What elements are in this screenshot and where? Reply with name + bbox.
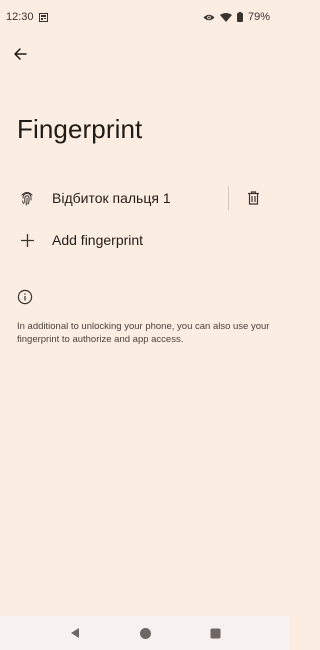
delete-fingerprint-button[interactable] — [241, 186, 265, 210]
add-fingerprint-item[interactable]: Add fingerprint — [0, 219, 290, 261]
trash-icon — [247, 191, 260, 205]
status-right: 79% — [203, 11, 270, 23]
arrow-back-icon — [13, 47, 27, 61]
fingerprint-item-label: Відбиток пальця 1 — [52, 190, 171, 206]
nav-back-button[interactable] — [69, 627, 81, 639]
plus-icon — [20, 233, 34, 247]
info-description: In additional to unlocking your phone, y… — [17, 321, 270, 345]
page-title: Fingerprint — [17, 114, 143, 144]
eye-icon — [203, 13, 215, 22]
notification-news-icon — [38, 12, 48, 22]
status-time: 12:30 — [6, 11, 34, 23]
add-fingerprint-label: Add fingerprint — [52, 232, 144, 248]
nav-recents-button[interactable] — [210, 628, 221, 639]
status-left: 12:30 — [6, 11, 48, 23]
back-button[interactable] — [6, 40, 34, 68]
plus-icon-container — [0, 233, 52, 247]
battery-percent: 79% — [247, 11, 270, 23]
navigation-bar — [0, 616, 290, 650]
wifi-icon — [219, 12, 232, 22]
info-icon — [17, 289, 33, 305]
fingerprint-icon — [19, 190, 35, 206]
fingerprint-item-divider — [228, 186, 229, 210]
status-bar: 12:30 79% — [0, 0, 290, 34]
nav-home-button[interactable] — [139, 627, 152, 640]
fingerprint-icon-container — [0, 190, 52, 206]
battery-icon — [236, 12, 243, 22]
